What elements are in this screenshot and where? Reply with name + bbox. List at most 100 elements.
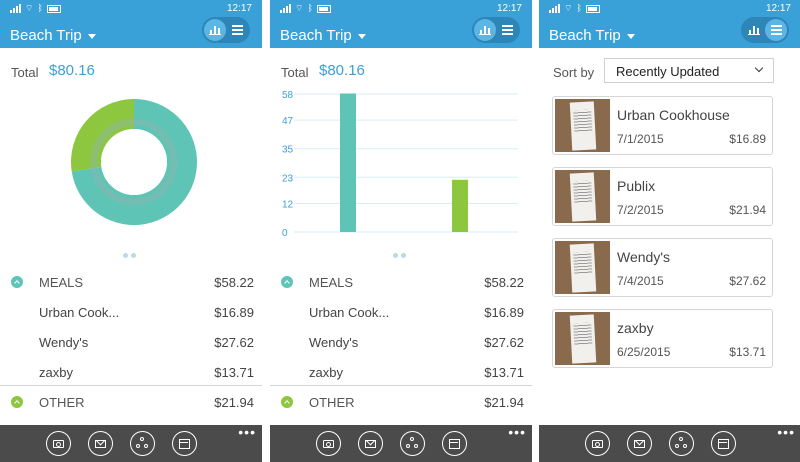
collapse-icon[interactable] (11, 276, 23, 288)
list-item[interactable]: Urban Cook... $16.89 (270, 297, 532, 327)
trip-selector[interactable]: Beach Trip (549, 27, 635, 44)
item-amount: $13.71 (214, 365, 254, 380)
app-bar: ••• (0, 425, 262, 462)
receipt-thumbnail (555, 241, 610, 294)
trip-selector[interactable]: Beach Trip (10, 27, 96, 44)
collapse-icon[interactable] (281, 396, 293, 408)
category-list: MEALS $58.22 Urban Cook... $16.89 Wendy'… (270, 267, 532, 417)
list-item[interactable]: Urban Cook... $16.89 (0, 297, 262, 327)
list-item[interactable]: Wendy's $27.62 (0, 327, 262, 357)
receipt-card[interactable]: zaxby 6/25/2015 $13.71 (552, 309, 773, 368)
view-toggle (202, 17, 250, 43)
receipt-amount: $27.62 (729, 274, 766, 288)
chart-view-button[interactable] (474, 19, 496, 41)
mail-icon (633, 439, 645, 448)
y-tick-label: 12 (282, 199, 294, 210)
sort-dropdown[interactable]: Recently Updated (604, 58, 774, 83)
collapse-icon[interactable] (11, 396, 23, 408)
page-dot (401, 253, 406, 258)
mail-button[interactable] (357, 431, 383, 456)
signal-icon (549, 4, 560, 13)
mail-button[interactable] (87, 431, 113, 456)
bar-chart-icon (209, 25, 221, 35)
camera-icon (591, 439, 603, 448)
more-button[interactable]: ••• (508, 425, 526, 439)
status-time: 12:17 (496, 3, 522, 14)
page-dot (393, 253, 398, 258)
list-icon (231, 25, 243, 35)
list-item[interactable]: zaxby $13.71 (0, 357, 262, 387)
item-name: Urban Cook... (39, 305, 120, 320)
category-row-meals[interactable]: MEALS $58.22 (0, 267, 262, 297)
page-dot (131, 253, 136, 258)
chart-view-button[interactable] (204, 19, 226, 41)
y-tick-label: 58 (282, 90, 294, 101)
bar-chart-icon (748, 25, 760, 35)
chevron-down-icon (87, 34, 96, 39)
share-button[interactable] (399, 431, 425, 456)
category-row-other[interactable]: OTHER $21.94 (0, 387, 262, 417)
camera-icon (52, 439, 64, 448)
calendar-button[interactable] (441, 431, 467, 456)
chevron-down-icon (754, 63, 764, 73)
calendar-icon (178, 438, 190, 449)
mail-button[interactable] (626, 431, 652, 456)
calendar-button[interactable] (710, 431, 736, 456)
item-amount: $13.71 (484, 365, 524, 380)
share-button[interactable] (129, 431, 155, 456)
app-bar: ••• (270, 425, 532, 462)
receipt-amount: $21.94 (729, 203, 766, 217)
total-label: Total (11, 65, 39, 80)
wifi-icon: ⌔ (564, 3, 573, 13)
page-indicator (393, 253, 406, 258)
signal-icon (10, 4, 21, 13)
calendar-button[interactable] (171, 431, 197, 456)
receipt-card[interactable]: Publix 7/2/2015 $21.94 (552, 167, 773, 226)
trip-name: Beach Trip (280, 27, 352, 44)
item-name: Wendy's (309, 335, 359, 350)
page-indicator (123, 253, 136, 258)
collapse-icon[interactable] (281, 276, 293, 288)
list-view-button[interactable] (765, 19, 787, 41)
bar-chart: 0 12 23 35 47 58 (282, 90, 518, 239)
category-amount: $21.94 (214, 395, 254, 410)
trip-name: Beach Trip (549, 27, 621, 44)
divider (270, 385, 532, 386)
item-name: zaxby (309, 365, 343, 380)
receipt-list: Urban Cookhouse 7/1/2015 $16.89 Publix 7… (552, 96, 773, 380)
status-bar: ⌔ ᛒ 12:17 (539, 0, 800, 16)
list-item[interactable]: zaxby $13.71 (270, 357, 532, 387)
header: ⌔ ᛒ 12:17 Beach Trip (270, 0, 532, 48)
bar-chart-icon (479, 25, 491, 35)
screen-donut-view: ⌔ ᛒ 12:17 Beach Trip Total $80.16 MEALS … (0, 0, 262, 462)
list-view-button[interactable] (496, 19, 518, 41)
camera-button[interactable] (45, 431, 71, 456)
receipt-card[interactable]: Wendy's 7/4/2015 $27.62 (552, 238, 773, 297)
camera-button[interactable] (584, 431, 610, 456)
bluetooth-icon: ᛒ (307, 3, 313, 13)
receipt-date: 7/1/2015 (617, 132, 664, 146)
wifi-icon: ⌔ (295, 3, 304, 13)
more-button[interactable]: ••• (777, 425, 795, 439)
app-root: ⌔ ᛒ 12:17 Beach Trip Total $80.16 MEALS … (0, 0, 800, 462)
share-button[interactable] (668, 431, 694, 456)
camera-button[interactable] (315, 431, 341, 456)
category-name: OTHER (39, 395, 85, 410)
category-row-other[interactable]: OTHER $21.94 (270, 387, 532, 417)
chart-view-button[interactable] (743, 19, 765, 41)
category-name: MEALS (309, 275, 354, 290)
list-view-button[interactable] (226, 19, 248, 41)
receipt-thumbnail (555, 99, 610, 152)
list-item[interactable]: Wendy's $27.62 (270, 327, 532, 357)
item-name: zaxby (39, 365, 73, 380)
screen-receipt-list: ⌔ ᛒ 12:17 Beach Trip Sort by Recently Up… (539, 0, 800, 462)
more-button[interactable]: ••• (238, 425, 256, 439)
item-amount: $16.89 (214, 305, 254, 320)
receipt-thumbnail (555, 312, 610, 365)
status-bar: ⌔ ᛒ 12:17 (0, 0, 262, 16)
category-list: MEALS $58.22 Urban Cook... $16.89 Wendy'… (0, 267, 262, 417)
category-amount: $58.22 (484, 275, 524, 290)
receipt-card[interactable]: Urban Cookhouse 7/1/2015 $16.89 (552, 96, 773, 155)
trip-selector[interactable]: Beach Trip (280, 27, 366, 44)
category-row-meals[interactable]: MEALS $58.22 (270, 267, 532, 297)
